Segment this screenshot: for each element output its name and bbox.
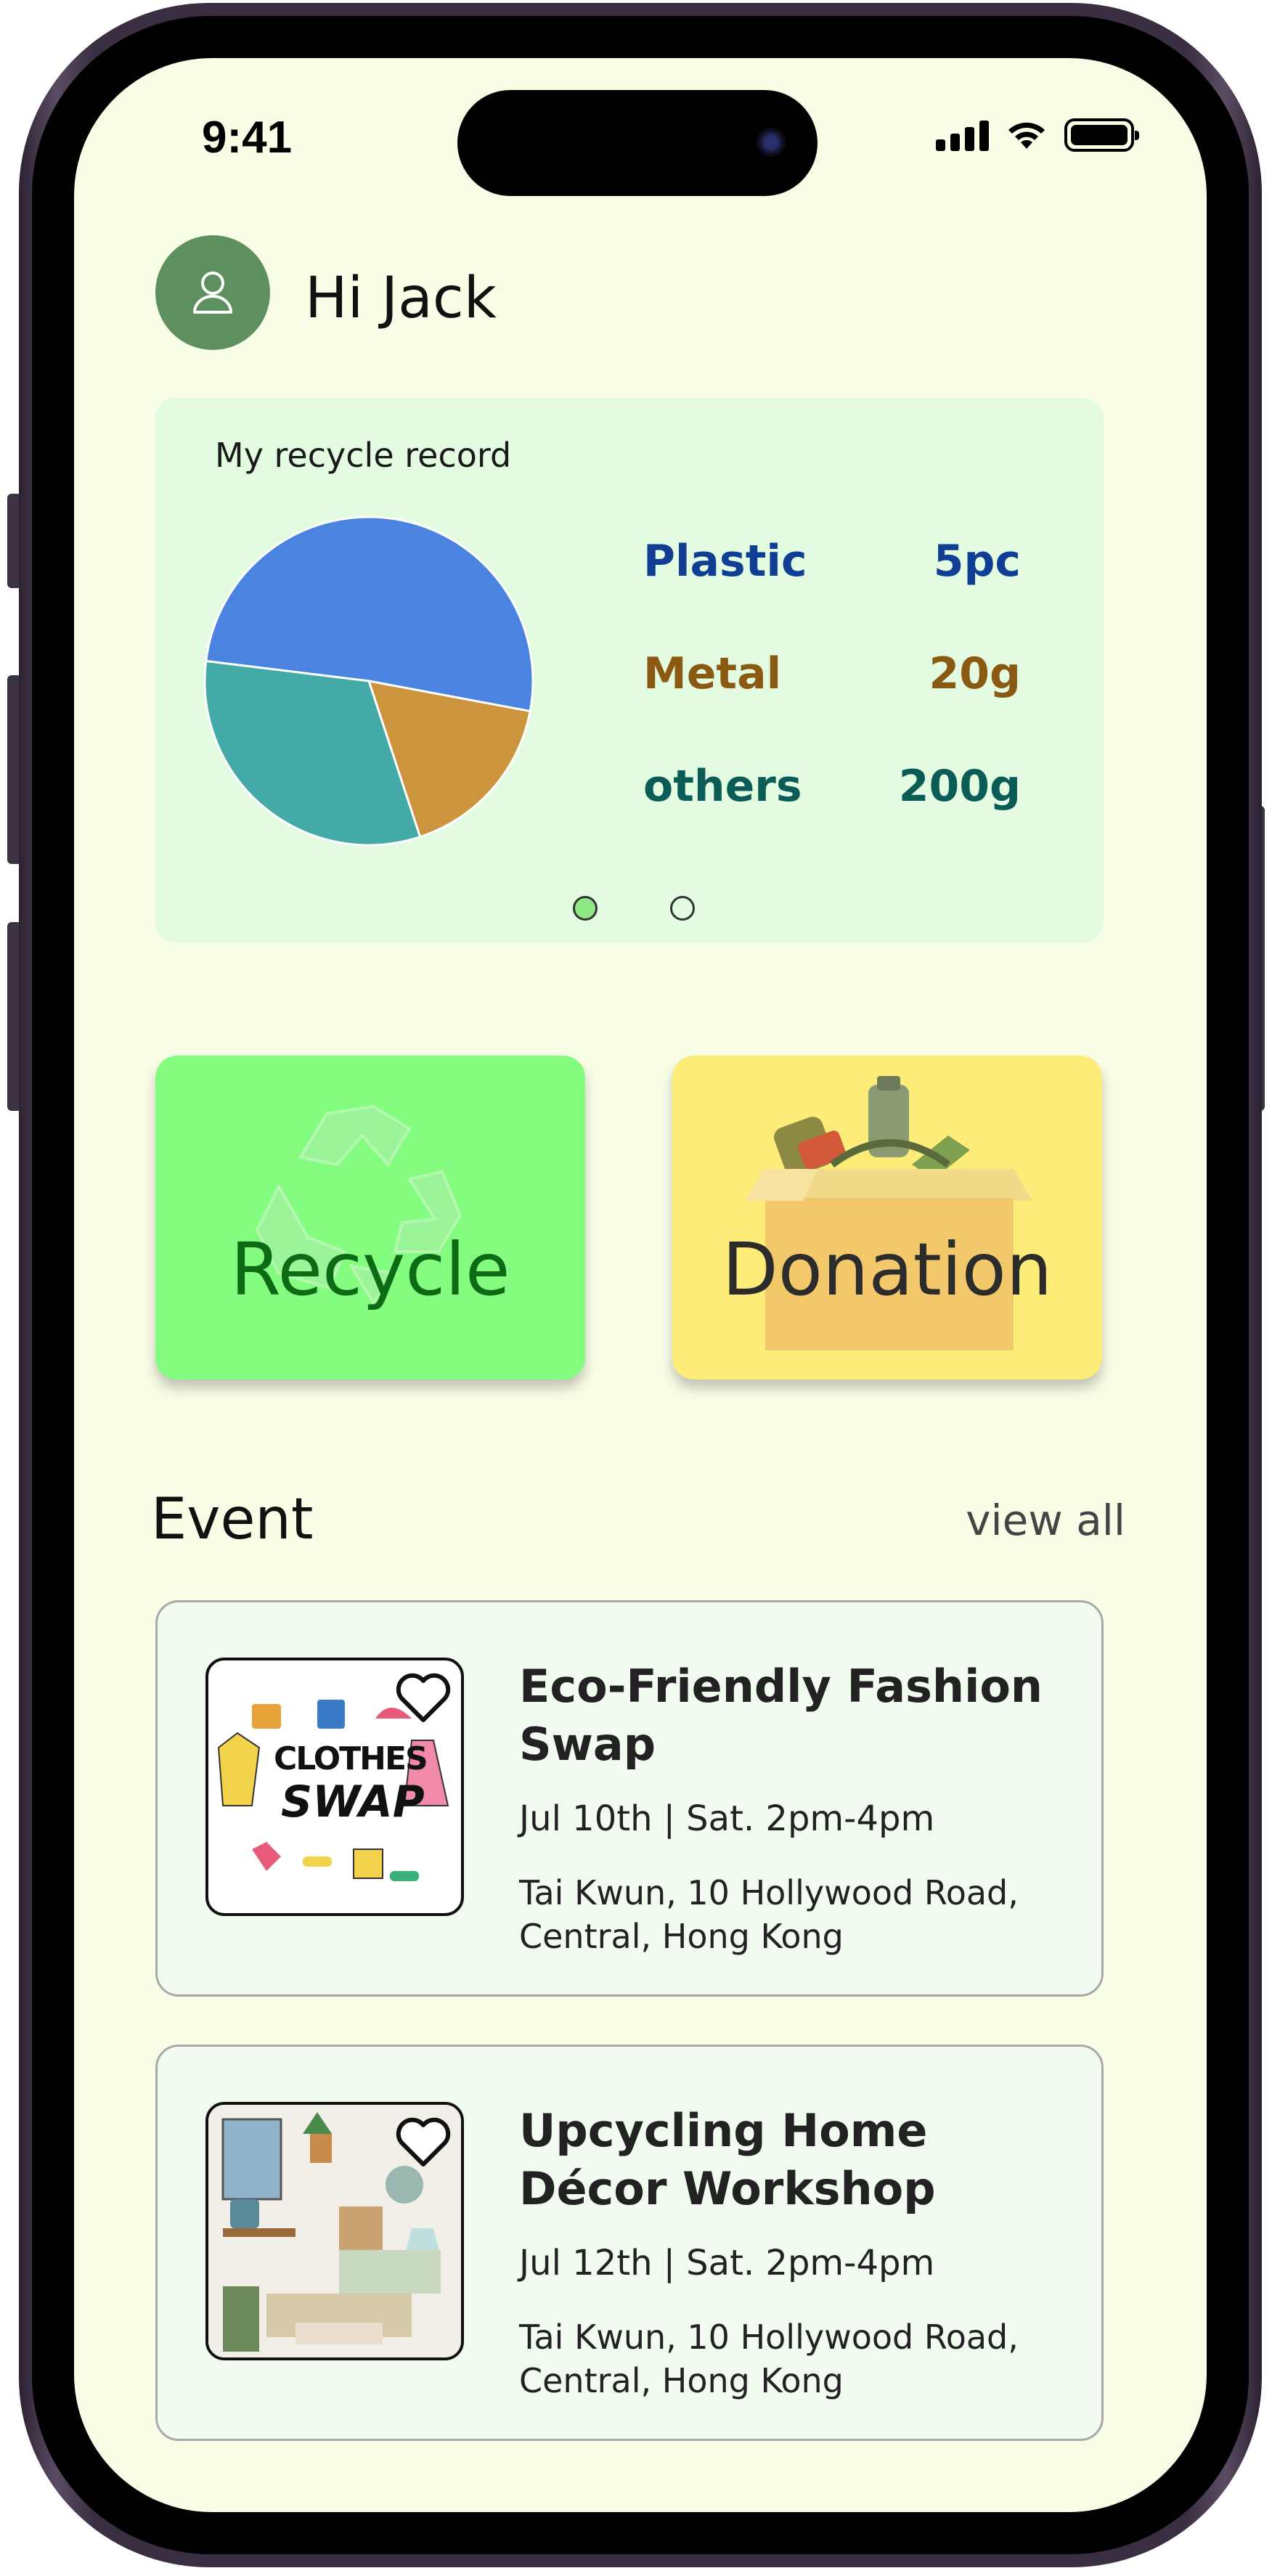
event-title: Upcycling Home Décor Workshop: [519, 2104, 936, 2215]
status-time: 9:41: [202, 113, 293, 163]
event-address: Tai Kwun, 10 Hollywood Road, Central, Ho…: [519, 2318, 1019, 2400]
page-indicator: [573, 896, 695, 921]
heart-icon[interactable]: [394, 2114, 452, 2169]
record-legend: Plastic 5pc Metal 20g others 200g: [643, 536, 1021, 873]
cellular-signal-icon: [936, 119, 989, 151]
event-address: Tai Kwun, 10 Hollywood Road, Central, Ho…: [519, 1873, 1019, 1956]
legend-value: 5pc: [933, 536, 1021, 587]
camera-icon: [757, 128, 786, 157]
event-date: Jul 10th | Sat. 2pm-4pm: [519, 1798, 935, 1839]
greeting-text: Hi Jack: [305, 266, 497, 331]
legend-row-others: others 200g: [643, 761, 1021, 873]
heart-icon[interactable]: [394, 1669, 452, 1724]
view-all-link[interactable]: view all: [966, 1496, 1125, 1545]
dynamic-island: [457, 90, 818, 196]
event-title: Eco-Friendly Fashion Swap: [519, 1660, 1043, 1771]
event-date: Jul 12th | Sat. 2pm-4pm: [519, 2243, 935, 2283]
legend-row-metal: Metal 20g: [643, 648, 1021, 761]
wifi-icon: [1008, 122, 1045, 149]
event-card[interactable]: CLOTHES SWAP Eco-Friendly Fashion Swap J…: [155, 1600, 1104, 1997]
record-title: My recycle record: [215, 436, 512, 475]
thumb-text: CLOTHES: [274, 1740, 428, 1777]
donation-button[interactable]: Donation: [672, 1056, 1102, 1379]
user-icon: [193, 272, 232, 314]
app-screen: 9:41 Hi Jack My recycle record Plastic 5…: [74, 58, 1207, 2512]
legend-label: Metal: [643, 648, 782, 699]
event-thumbnail-clothes-swap: CLOTHES SWAP: [205, 1658, 464, 1916]
donation-label: Donation: [722, 1227, 1053, 1312]
legend-label: Plastic: [643, 536, 807, 587]
donation-box-icon: [745, 1076, 1032, 1350]
event-card[interactable]: Upcycling Home Décor Workshop Jul 12th |…: [155, 2045, 1104, 2441]
battery-icon: [1064, 118, 1139, 152]
legend-value: 20g: [929, 648, 1021, 699]
page-dot[interactable]: [670, 896, 695, 921]
legend-row-plastic: Plastic 5pc: [643, 536, 1021, 648]
recycle-button[interactable]: Recycle: [155, 1056, 585, 1379]
status-icons: [936, 115, 1139, 155]
page-dot-active[interactable]: [573, 896, 598, 921]
thumb-text: SWAP: [281, 1777, 425, 1827]
recycle-label: Recycle: [230, 1227, 510, 1312]
recycle-icon: [255, 1104, 462, 1305]
avatar[interactable]: [155, 235, 270, 350]
legend-label: others: [643, 761, 802, 812]
event-section-title: Event: [151, 1487, 314, 1552]
legend-value: 200g: [898, 761, 1021, 812]
recycle-pie-chart: [203, 515, 534, 847]
event-thumbnail-home-decor: [205, 2102, 464, 2360]
recycle-record-card[interactable]: My recycle record Plastic 5pc Metal 20g …: [155, 398, 1104, 942]
